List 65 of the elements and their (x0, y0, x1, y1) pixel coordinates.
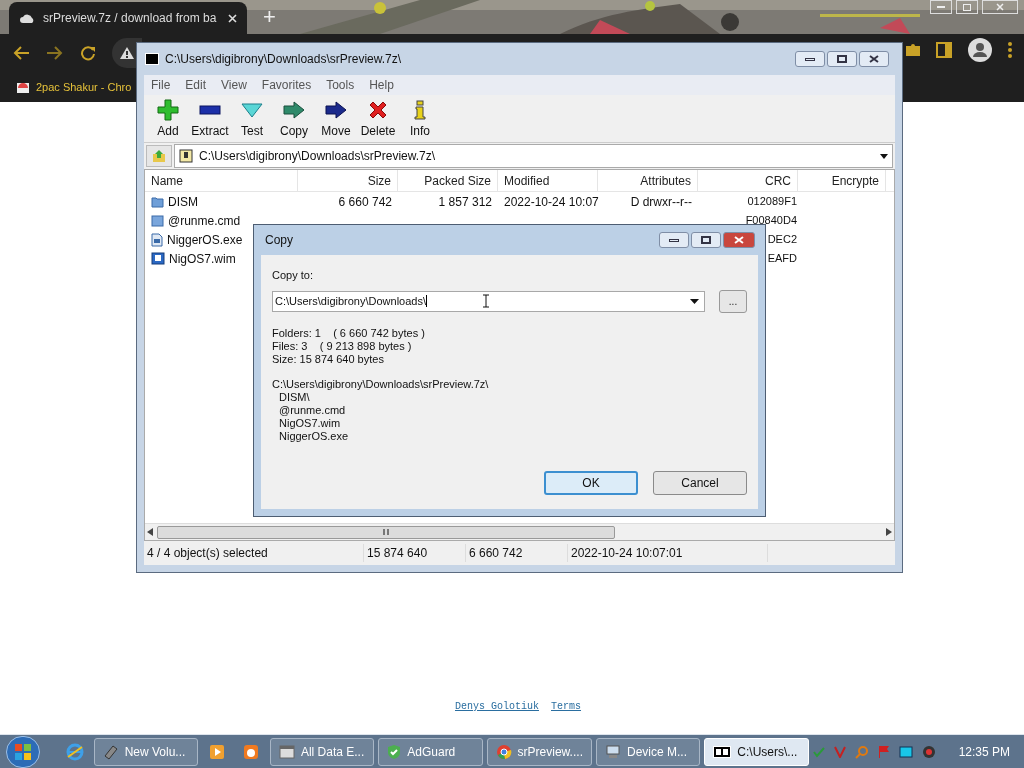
menu-item[interactable]: Help (369, 76, 394, 94)
taskbar-button[interactable]: srPreview.... (486, 737, 592, 766)
footer-link[interactable]: Denys Golotiuk (455, 699, 539, 714)
column-header[interactable]: Size (298, 170, 398, 191)
table-cell-text: 6 660 742 (338, 193, 392, 211)
item-name: NiggerOS.exe (278, 429, 350, 443)
info-text: Folders: 1 ( 6 660 742 bytes ) (272, 326, 426, 340)
toolbar-button[interactable]: Info (400, 97, 440, 140)
clock: 12:35 PM (958, 743, 1011, 761)
menu-item[interactable]: Edit (185, 76, 207, 94)
footer-link[interactable]: Terms (551, 699, 581, 714)
toolbar-button[interactable]: Move (316, 97, 356, 140)
taskbar-button[interactable]: AdGuard (378, 737, 483, 766)
column-header[interactable]: Attributes (598, 170, 698, 191)
file-name: DISM (168, 193, 198, 211)
column-header[interactable]: CRC (698, 170, 798, 191)
menu-item[interactable]: File (151, 76, 171, 94)
taskbar-button[interactable]: New Volu... (93, 737, 198, 766)
toolbar-button[interactable]: Test (232, 97, 272, 140)
window-title: C:\Users\digibrony\Downloads\srPreview.7z\ (165, 51, 402, 68)
path-field[interactable]: C:\Users\digibrony\Downloads\srPreview.7z\ (174, 144, 893, 168)
file-name: NiggerOS.exe (167, 231, 243, 249)
item-name: DISM\ (278, 390, 311, 404)
table-cell-text: 1 857 312 (438, 193, 492, 211)
table-cell-text: D drwxr--r-- (630, 193, 692, 211)
info-text: Files: 3 ( 9 213 898 bytes ) (272, 339, 413, 353)
destination-field[interactable]: C:\Users\digibrony\Downloads\ (272, 290, 705, 312)
source-path: C:\Users\digibrony\Downloads\srPreview.7z\ (272, 377, 490, 391)
toolbar-button[interactable]: Extract (190, 97, 230, 140)
column-header[interactable]: Modified (498, 170, 598, 191)
toolbar-button[interactable]: Add (148, 97, 188, 140)
browse-button[interactable]: ... (719, 289, 747, 313)
status-text: 6 660 742 (466, 544, 568, 562)
taskbar-button[interactable]: C:\Users\... (704, 737, 809, 766)
table-cell-text: 012089F1 (747, 194, 797, 210)
table-cell-text: F00840D4 (745, 213, 797, 229)
bookmark-link[interactable]: 2pac Shakur - Chro (36, 78, 132, 96)
dialog-button[interactable]: OK (544, 471, 638, 495)
info-text: Size: 15 874 640 bytes (272, 352, 385, 366)
tab-title: srPreview.7z / download from ba (43, 10, 217, 27)
field-label: Copy to: (272, 268, 314, 283)
toolbar-button[interactable]: Delete (358, 97, 398, 140)
menu-item[interactable]: Favorites (261, 76, 312, 94)
table-cell-text: 2022-10-24 10:07 (504, 193, 599, 211)
browser-tab[interactable]: srPreview.7z / download from ba (9, 2, 247, 34)
table-cell-text: DEC2 (767, 232, 797, 248)
table-cell-text: EAFD (767, 251, 797, 267)
status-text: 2022-10-24 10:07:01 (568, 544, 768, 562)
dialog-button[interactable]: Cancel (653, 471, 747, 495)
menu-item[interactable]: Tools (326, 76, 355, 94)
column-header[interactable]: Encrypte (798, 170, 886, 191)
toolbar-button[interactable]: Copy (274, 97, 314, 140)
dialog-title: Copy (265, 232, 293, 249)
menu-item[interactable]: View (221, 76, 247, 94)
item-name: NigOS7.wim (278, 416, 342, 430)
column-header[interactable]: Packed Size (398, 170, 498, 191)
item-name: @runme.cmd (278, 403, 347, 417)
status-text: 15 874 640 (364, 544, 466, 562)
column-header[interactable]: Name (145, 170, 298, 191)
new-tab-button[interactable]: + (263, 6, 276, 28)
taskbar-button[interactable]: Device M... (595, 737, 701, 766)
status-text: 4 / 4 object(s) selected (144, 544, 364, 562)
file-name: NigOS7.wim (169, 250, 236, 268)
file-name: @runme.cmd (168, 212, 241, 230)
taskbar-button[interactable]: All Data E... (269, 737, 375, 766)
